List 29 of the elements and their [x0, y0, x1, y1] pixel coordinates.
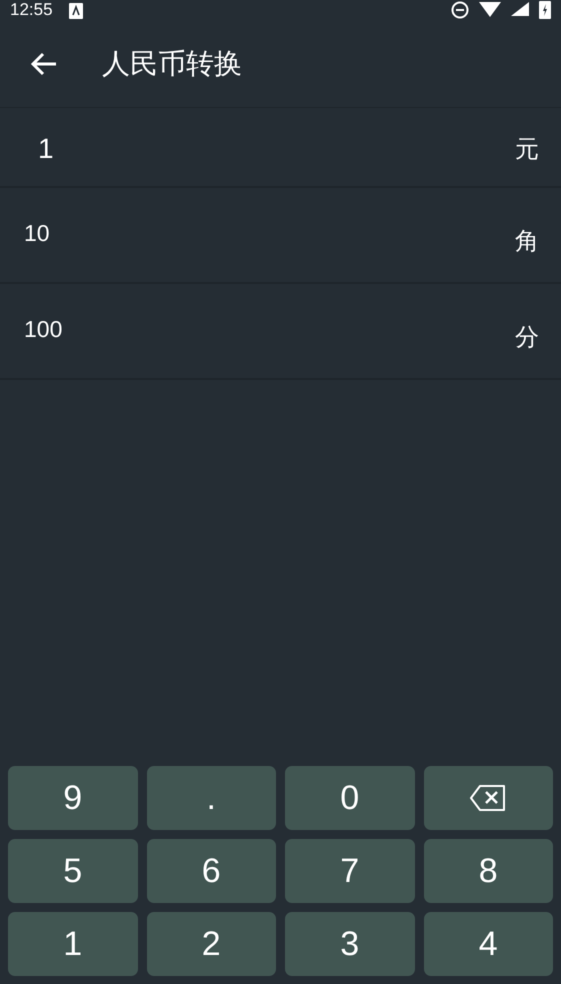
currency-row[interactable]: 1 元: [0, 108, 561, 188]
keypad-key[interactable]: 7: [285, 839, 414, 903]
status-time: 12:55: [10, 0, 53, 20]
keypad-key[interactable]: 6: [146, 839, 276, 903]
keypad-key[interactable]: 4: [424, 912, 553, 976]
back-arrow-icon: [30, 52, 58, 76]
unit-label: 分: [515, 323, 539, 350]
backspace-button[interactable]: [424, 766, 553, 830]
keypad-key[interactable]: 1: [8, 912, 138, 976]
keypad-key[interactable]: 8: [424, 839, 553, 903]
currency-row[interactable]: 100 分: [0, 284, 561, 380]
keypad-key[interactable]: 5: [8, 839, 138, 903]
amount-value: 10: [24, 219, 50, 244]
keypad-key[interactable]: 2: [146, 912, 276, 976]
keypad-key[interactable]: 3: [285, 912, 414, 976]
signal-icon: [511, 2, 529, 18]
keypad-key[interactable]: .: [146, 766, 276, 830]
amount-value: 1: [38, 132, 54, 162]
amount-value: 100: [24, 315, 62, 340]
backspace-icon: [470, 785, 506, 811]
unit-label: 元: [515, 135, 539, 162]
wifi-icon: [479, 2, 501, 18]
screen-title: 人民币转换: [102, 46, 242, 80]
unit-label: 角: [515, 227, 539, 254]
notification-icon: [68, 3, 83, 19]
keypad-key[interactable]: 9: [8, 766, 138, 830]
do-not-disturb-icon: [451, 1, 469, 19]
currency-row[interactable]: 10 角: [0, 188, 561, 284]
keypad-key[interactable]: 0: [285, 766, 414, 830]
